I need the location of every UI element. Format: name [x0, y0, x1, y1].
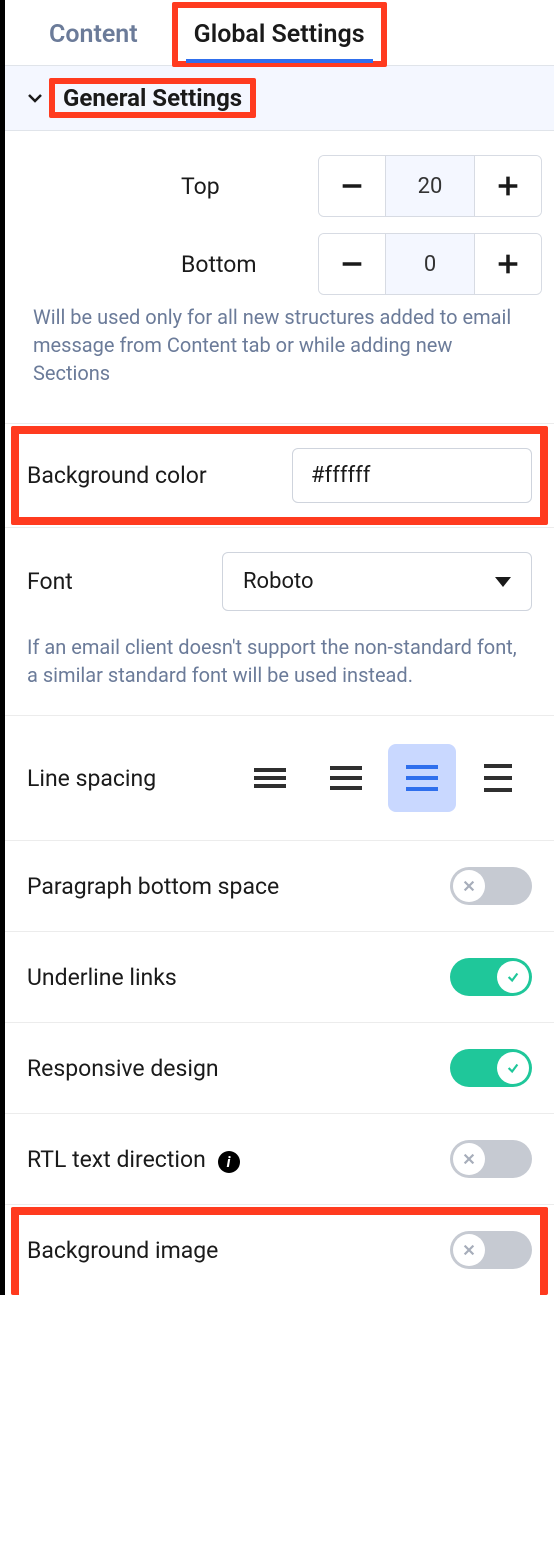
rtl-text-direction-toggle[interactable] [450, 1140, 532, 1178]
margin-top-stepper: 20 [318, 155, 542, 217]
font-value: Roboto [243, 569, 314, 594]
line-spacing-extra-wide[interactable] [464, 744, 532, 812]
tabs-bar: Content Global Settings [5, 0, 554, 61]
underline-links-toggle[interactable] [450, 958, 532, 996]
background-image-toggle[interactable] [450, 1231, 532, 1269]
line-spacing-options [236, 744, 532, 812]
margin-top-value[interactable]: 20 [385, 156, 475, 216]
background-color-label: Background color [27, 462, 207, 489]
margin-top-increment[interactable] [475, 156, 541, 216]
font-row: Font Roboto [5, 528, 554, 619]
section-general-title: General Settings [63, 84, 242, 112]
background-image-row: Background image [5, 1205, 554, 1295]
underline-links-label: Underline links [27, 964, 177, 991]
margin-bottom-increment[interactable] [475, 234, 541, 294]
line-spacing-wide[interactable] [388, 744, 456, 812]
x-icon [453, 870, 485, 902]
x-icon [453, 1143, 485, 1175]
margins-hint: Will be used only for all new structures… [11, 303, 548, 405]
font-label: Font [27, 568, 73, 595]
margin-top-row: Top 20 [11, 147, 548, 225]
underline-links-row: Underline links [5, 932, 554, 1023]
margin-bottom-value[interactable]: 0 [385, 234, 475, 294]
paragraph-bottom-space-row: Paragraph bottom space [5, 841, 554, 932]
check-icon [497, 1052, 529, 1084]
margin-bottom-decrement[interactable] [319, 234, 385, 294]
chevron-down-icon [25, 88, 45, 108]
font-select[interactable]: Roboto [222, 552, 532, 611]
line-spacing-row: Line spacing [5, 716, 554, 841]
line-spacing-tight[interactable] [236, 744, 304, 812]
margin-top-decrement[interactable] [319, 156, 385, 216]
responsive-design-row: Responsive design [5, 1023, 554, 1114]
responsive-design-label: Responsive design [27, 1055, 219, 1082]
section-general-header[interactable]: General Settings [5, 65, 554, 131]
x-icon [453, 1234, 485, 1266]
tab-content[interactable]: Content [41, 8, 146, 61]
background-image-label: Background image [27, 1237, 218, 1264]
line-spacing-normal[interactable] [312, 744, 380, 812]
margin-bottom-row: Bottom 0 [11, 225, 548, 303]
margin-bottom-label: Bottom [11, 251, 318, 278]
dropdown-caret-icon [495, 577, 511, 587]
font-hint: If an email client doesn't support the n… [5, 619, 554, 716]
tab-global-settings[interactable]: Global Settings [186, 8, 373, 61]
margin-bottom-stepper: 0 [318, 233, 542, 295]
paragraph-bottom-space-toggle[interactable] [450, 867, 532, 905]
info-icon[interactable]: i [218, 1151, 240, 1173]
background-color-input[interactable]: #ffffff [292, 448, 532, 503]
margin-top-label: Top [11, 173, 318, 200]
check-icon [497, 961, 529, 993]
background-color-row: Background color #ffffff [5, 423, 554, 528]
margins-block: Top 20 Bottom 0 [5, 131, 554, 423]
line-spacing-label: Line spacing [27, 765, 156, 792]
responsive-design-toggle[interactable] [450, 1049, 532, 1087]
rtl-text-direction-label: RTL text direction i [27, 1146, 240, 1173]
paragraph-bottom-space-label: Paragraph bottom space [27, 873, 279, 900]
rtl-text-direction-row: RTL text direction i [5, 1114, 554, 1205]
